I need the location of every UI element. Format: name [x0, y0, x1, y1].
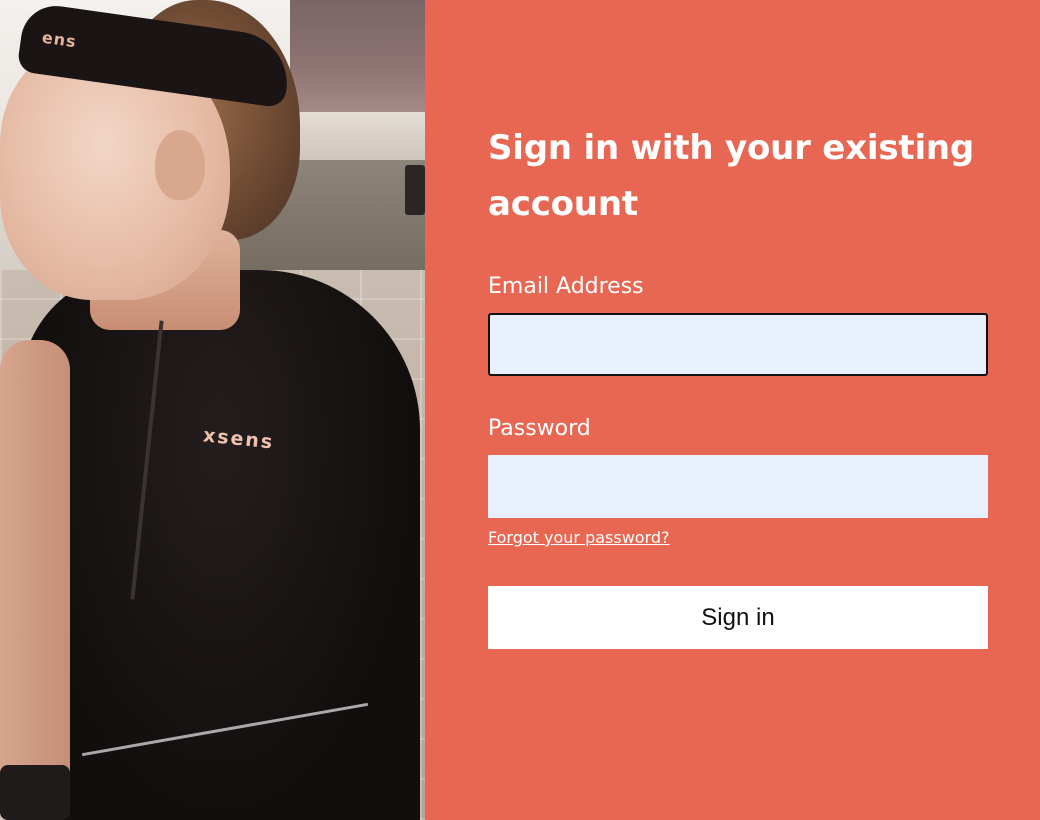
photo-shirt	[20, 270, 420, 820]
sign-in-button[interactable]: Sign in	[488, 586, 988, 649]
sign-in-page: ens xsens Sign in with your existing acc…	[0, 0, 1040, 820]
page-title: Sign in with your existing account	[488, 128, 975, 224]
photo-ship	[290, 0, 425, 115]
forgot-password-link[interactable]: Forgot your password?	[488, 528, 670, 547]
sign-in-panel: Sign in with your existing account Email…	[425, 0, 1040, 820]
photo-bollard	[405, 165, 425, 215]
email-label: Email Address	[488, 274, 644, 299]
hero-photo: ens xsens	[0, 0, 425, 820]
password-field[interactable]	[488, 455, 988, 518]
password-label: Password	[488, 416, 591, 441]
email-field[interactable]	[488, 313, 988, 376]
photo-arm	[0, 340, 70, 820]
photo-wristband	[0, 765, 70, 820]
photo-ear	[155, 130, 205, 200]
